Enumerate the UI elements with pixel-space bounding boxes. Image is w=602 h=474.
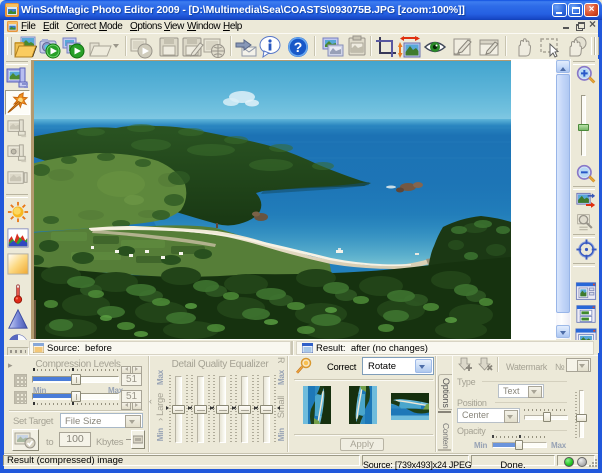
svg-text:?: ? xyxy=(294,39,303,55)
